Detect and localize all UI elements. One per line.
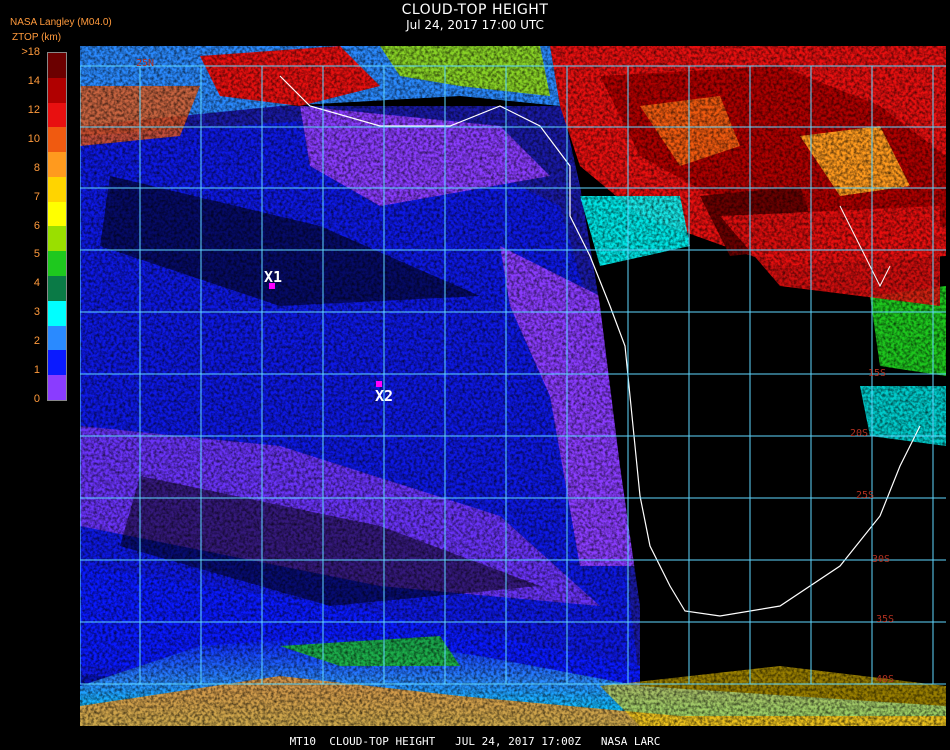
color-scale-tick: 6 [33,219,40,232]
color-scale-tick: 12 [27,103,40,116]
satellite-map: 25N 15S 20S 25S 30S 35S 40S X1 X2 [80,46,946,726]
latitude-label: 40S [876,674,895,685]
color-scale-segment [48,127,66,153]
color-scale-bar [47,52,67,401]
satellite-product-view: CLOUD-TOP HEIGHT Jul 24, 2017 17:00 UTC … [0,0,950,750]
units-label: ZTOP (km) [12,32,62,43]
latitude-label: 15S [868,368,887,379]
color-scale-tick: 8 [33,161,40,174]
color-scale-segment [48,176,66,202]
color-scale-tick: 1 [33,364,40,377]
color-scale-segment [48,102,66,128]
point-x1-label: X1 [264,268,283,286]
color-scale-segment [48,300,66,326]
color-scale-ticks: >18 14 12 10 8 7 6 5 4 3 2 1 0 [0,46,44,405]
provider-label: NASA Langley (M04.0) [10,17,112,28]
color-scale-tick: 5 [33,248,40,261]
color-scale-segment [48,350,66,376]
color-scale-segment [48,201,66,227]
product-timestamp: Jul 24, 2017 17:00 UTC [406,18,544,32]
color-scale-tick: >18 [21,46,40,58]
color-scale-tick: 14 [27,74,40,87]
color-scale-tick: 3 [33,306,40,319]
footer-caption: MT10 CLOUD-TOP HEIGHT JUL 24, 2017 17:00… [289,735,661,748]
color-scale-tick: 10 [27,132,40,145]
color-scale-segment [48,226,66,252]
color-scale-tick: 2 [33,335,40,348]
product-title: CLOUD-TOP HEIGHT [401,2,549,18]
color-scale-segment [48,375,66,400]
color-scale-tick: 7 [33,190,40,203]
color-scale-segment [48,53,66,78]
latitude-label: 20S [850,428,869,439]
cloud-top-imagery [80,46,946,726]
latitude-label: 35S [876,614,895,625]
latitude-label: 30S [872,554,891,565]
header: CLOUD-TOP HEIGHT Jul 24, 2017 17:00 UTC [0,2,950,32]
color-scale-tick: 4 [33,277,40,290]
color-scale-segment [48,276,66,301]
color-scale-segment [48,325,66,351]
latitude-label: 25S [856,490,875,501]
point-x2-label: X2 [375,387,394,405]
color-scale-tick: 0 [33,393,40,405]
color-scale-segment [48,77,66,103]
color-scale-segment [48,251,66,277]
color-scale-segment [48,152,66,177]
latitude-label: 25N [136,58,155,69]
